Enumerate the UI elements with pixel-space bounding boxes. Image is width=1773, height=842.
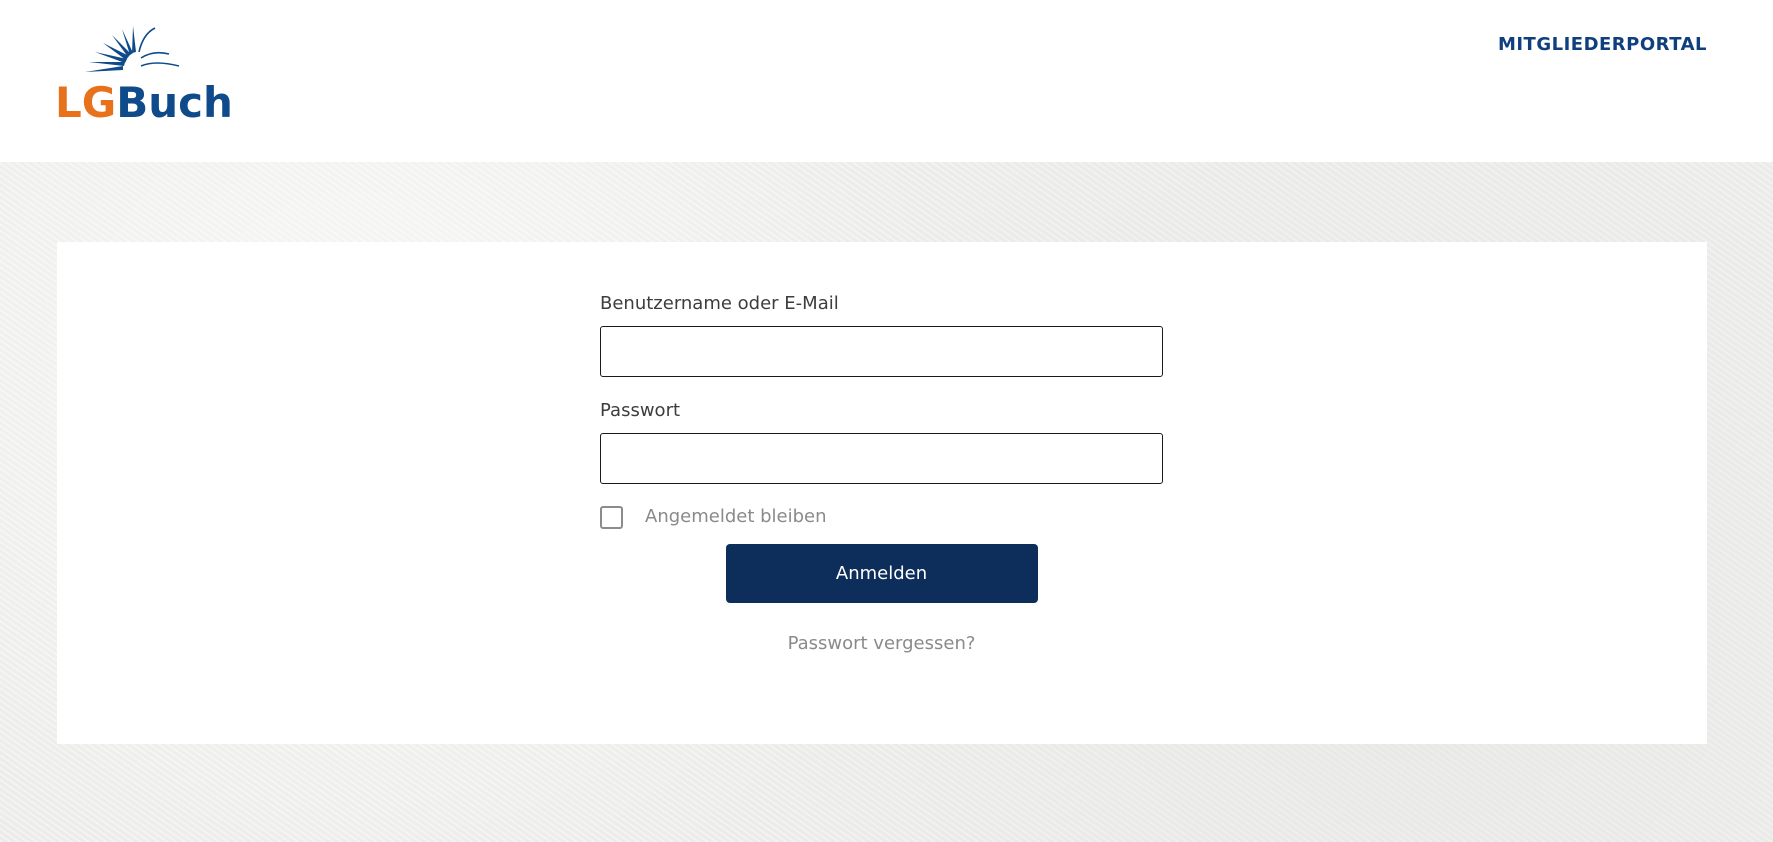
password-label: Passwort xyxy=(600,400,681,421)
logo-text-lg: LG xyxy=(55,78,117,127)
logo-wordmark: LGBuch xyxy=(55,82,233,124)
username-input[interactable] xyxy=(600,326,1163,377)
book-rays-icon xyxy=(85,26,180,72)
login-button[interactable]: Anmelden xyxy=(725,544,1038,603)
username-label: Benutzername oder E-Mail xyxy=(600,293,839,314)
lgbuch-logo[interactable]: LGBuch xyxy=(55,26,233,126)
remember-me-label[interactable]: Angemeldet bleiben xyxy=(645,504,827,530)
site-header: LGBuch MITGLIEDERPORTAL xyxy=(0,0,1773,162)
login-form: Benutzername oder E-Mail Passwort Angeme… xyxy=(600,292,1163,654)
logo-text-buch: Buch xyxy=(116,78,233,127)
member-portal-link[interactable]: MITGLIEDERPORTAL xyxy=(1498,34,1707,55)
password-input[interactable] xyxy=(600,433,1163,484)
login-card: Benutzername oder E-Mail Passwort Angeme… xyxy=(57,242,1707,744)
remember-me-row: Angemeldet bleiben xyxy=(600,504,1163,530)
remember-me-checkbox[interactable] xyxy=(600,506,623,529)
forgot-password-link[interactable]: Passwort vergessen? xyxy=(600,633,1163,654)
